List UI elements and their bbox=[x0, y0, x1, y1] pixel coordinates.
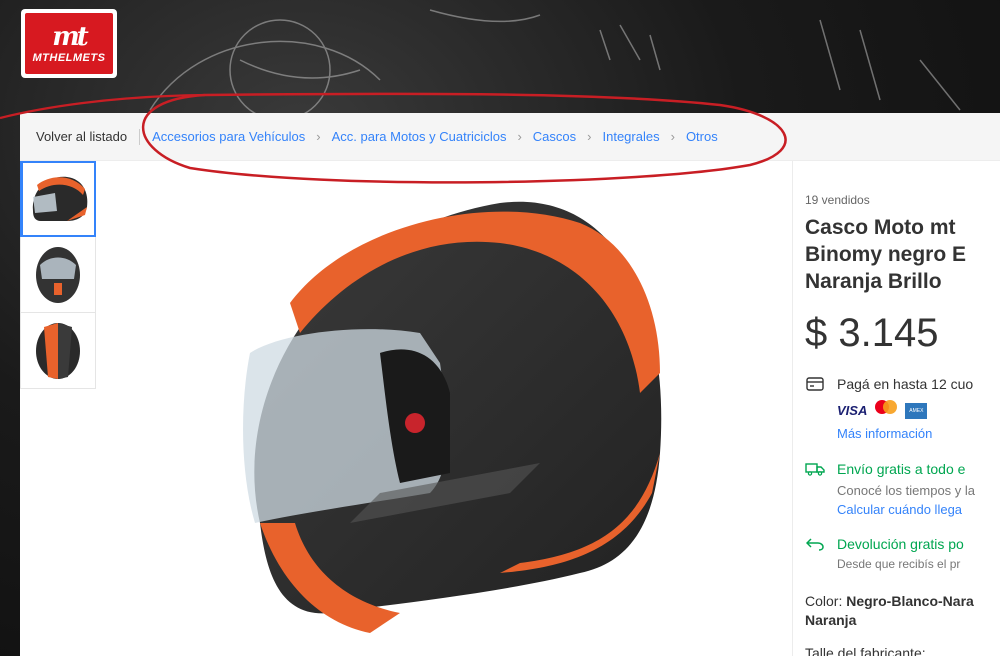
breadcrumb-item-integrales[interactable]: Integrales bbox=[603, 129, 660, 144]
brand-logo[interactable]: mt MTHELMETS bbox=[21, 9, 117, 78]
sold-count: 19 vendidos bbox=[805, 193, 870, 207]
truck-icon bbox=[805, 462, 825, 479]
color-value-line-2: Naranja bbox=[805, 612, 857, 628]
shipping-info: Envío gratis a todo e bbox=[805, 461, 965, 479]
thumbnail-front-view[interactable] bbox=[20, 237, 96, 313]
column-divider bbox=[792, 161, 793, 656]
returns-subtitle: Desde que recibís el pr bbox=[837, 557, 961, 571]
breadcrumb: Volver al listado Accesorios para Vehícu… bbox=[20, 113, 1000, 161]
return-arrow-icon bbox=[805, 537, 825, 554]
more-payment-info-link[interactable]: Más información bbox=[837, 426, 932, 441]
calculate-delivery-link[interactable]: Calcular cuándo llega bbox=[837, 502, 962, 517]
helmet-side-thumbnail bbox=[32, 176, 87, 221]
size-label: Talle del fabricante: bbox=[805, 645, 926, 656]
thumbnail-gallery bbox=[20, 161, 98, 389]
payment-info: Pagá en hasta 12 cuo bbox=[805, 376, 973, 394]
product-title-line-3: Naranja Brillo bbox=[805, 270, 942, 293]
product-main-image[interactable] bbox=[200, 193, 680, 656]
thumbnail-side-view[interactable] bbox=[20, 161, 96, 237]
credit-card-icon bbox=[805, 377, 825, 394]
helmet-rear-thumbnail bbox=[36, 322, 80, 379]
helmet-front-thumbnail bbox=[36, 246, 80, 303]
product-title-line-1: Casco Moto mt bbox=[805, 216, 956, 239]
product-title: Casco Moto mt Binomy negro E Naranja Bri… bbox=[805, 214, 966, 295]
breadcrumb-divider bbox=[139, 128, 141, 145]
mastercard-icon bbox=[873, 399, 899, 422]
returns-info: Devolución gratis po bbox=[805, 536, 964, 554]
chevron-right-icon: › bbox=[316, 129, 321, 144]
breadcrumb-item-motos[interactable]: Acc. para Motos y Cuatriciclos bbox=[332, 129, 507, 144]
chevron-right-icon: › bbox=[670, 129, 675, 144]
product-title-line-2: Binomy negro E bbox=[805, 243, 967, 266]
logo-text: MTHELMETS bbox=[32, 51, 106, 64]
chevron-right-icon: › bbox=[587, 129, 592, 144]
breadcrumb-item-otros[interactable]: Otros bbox=[686, 129, 718, 144]
color-label: Color: bbox=[805, 593, 847, 609]
thumbnail-rear-view[interactable] bbox=[20, 313, 96, 389]
back-to-list-link[interactable]: Volver al listado bbox=[36, 129, 127, 144]
amex-icon: AMEX bbox=[905, 402, 928, 419]
logo-mark-icon: mt bbox=[52, 21, 88, 52]
shipping-subtitle: Conocé los tiempos y la bbox=[837, 483, 976, 498]
shipping-title: Envío gratis a todo e bbox=[837, 461, 966, 477]
breadcrumb-item-accesorios[interactable]: Accesorios para Vehículos bbox=[152, 129, 305, 144]
chevron-right-icon: › bbox=[517, 129, 522, 144]
color-value: Negro-Blanco-Nara bbox=[846, 593, 974, 609]
color-selection: Color: Negro-Blanco-Nara Naranja bbox=[805, 592, 974, 630]
product-price: $ 3.145 bbox=[805, 311, 939, 355]
returns-title: Devolución gratis po bbox=[837, 536, 964, 552]
payment-cards: VISA AMEX bbox=[837, 399, 928, 422]
payment-text: Pagá en hasta 12 cuo bbox=[837, 376, 974, 392]
breadcrumb-item-cascos[interactable]: Cascos bbox=[533, 129, 576, 144]
visa-icon: VISA bbox=[837, 403, 868, 418]
